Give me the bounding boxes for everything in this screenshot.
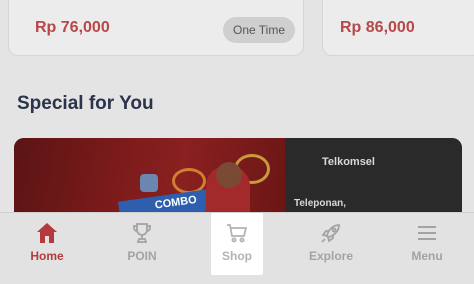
trophy-icon [133, 223, 151, 243]
nav-label: Explore [308, 249, 353, 263]
product-price: Rp 76,000 [35, 19, 110, 36]
promo-text: Teleponan, [294, 198, 347, 209]
nav-label: POIN [127, 249, 157, 263]
product-card-86000[interactable]: Rp 86,000 [322, 0, 474, 56]
nav-label: Menu [411, 249, 443, 263]
product-price: Rp 86,000 [340, 19, 415, 36]
brand-logo: Telkomsel [322, 156, 375, 168]
nav-label: Home [30, 249, 64, 263]
bottom-navigation: Home POIN Shop Explore Menu [0, 212, 474, 284]
rocket-icon [321, 224, 340, 243]
product-card-76000[interactable]: Rp 76,000 One Time [8, 0, 304, 56]
nav-label: Shop [222, 249, 252, 263]
nav-item-menu[interactable]: Menu [397, 213, 457, 275]
home-icon [37, 223, 57, 243]
one-time-badge: One Time [223, 17, 295, 43]
nav-item-shop[interactable]: Shop [211, 213, 263, 275]
section-title-special: Special for You [17, 93, 154, 114]
nav-item-explore[interactable]: Explore [301, 213, 361, 275]
model-head [216, 162, 242, 188]
nav-item-poin[interactable]: POIN [112, 213, 172, 275]
thumbs-up-icon [140, 174, 158, 192]
cart-icon [227, 224, 248, 243]
nav-item-home[interactable]: Home [17, 213, 77, 275]
hamburger-icon [418, 226, 436, 240]
